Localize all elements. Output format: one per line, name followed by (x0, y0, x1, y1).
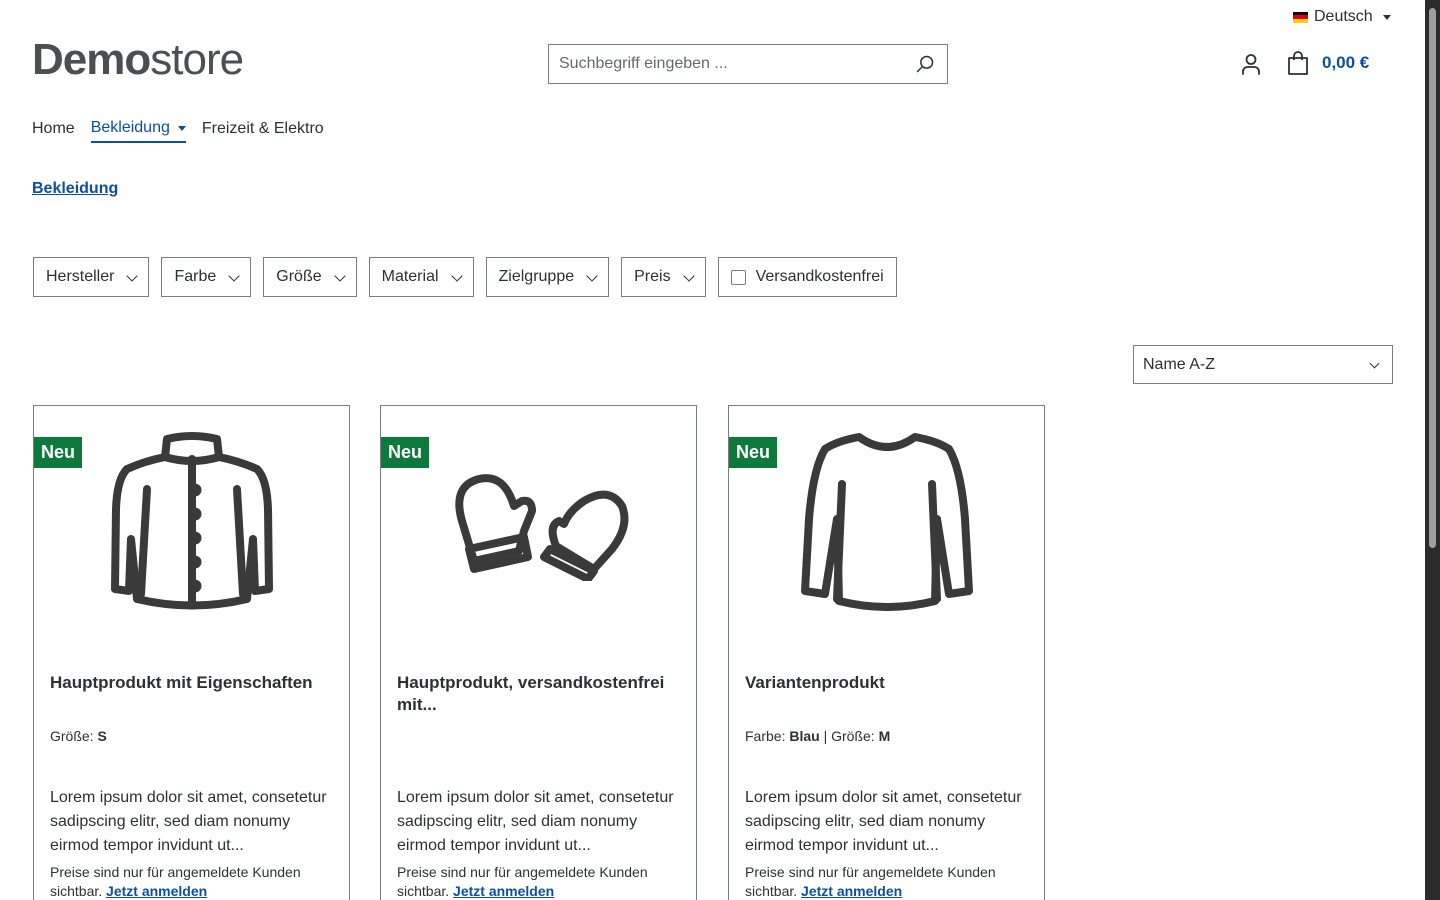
filter-preis[interactable]: Preis (621, 257, 706, 297)
new-badge: Neu (381, 437, 430, 468)
filter-label: Farbe (174, 268, 217, 285)
product-image[interactable] (439, 426, 639, 616)
product-card[interactable]: Neu Variantenprodukt Farbe: Blau | Größe… (728, 405, 1045, 900)
scrollbar-thumb[interactable] (1429, 8, 1436, 548)
product-description: Lorem ipsum dolor sit amet, consetetur s… (745, 789, 1022, 854)
sweater-icon (801, 432, 973, 611)
filter-label: Material (381, 268, 439, 285)
property-separator: | (819, 728, 832, 744)
property-value: M (878, 728, 891, 744)
jacket-icon (111, 431, 273, 609)
filter-material[interactable]: Material (368, 257, 474, 297)
filter-label: Hersteller (46, 268, 115, 285)
login-link[interactable]: Jetzt anmelden (106, 883, 207, 899)
chevron-down-icon (228, 270, 240, 282)
account-button[interactable] (1239, 52, 1263, 76)
store-logo[interactable]: Demostore (32, 35, 244, 84)
cart-total: 0,00 € (1322, 53, 1370, 72)
property-value: Blau (789, 728, 820, 744)
product-description: Lorem ipsum dolor sit amet, consetetur s… (50, 789, 327, 854)
mittens-icon (455, 474, 629, 581)
chevron-down-icon (586, 270, 598, 282)
product-image[interactable] (92, 426, 292, 616)
filter-label: Versandkostenfrei (755, 268, 884, 285)
cart-button[interactable]: 0,00 € (1286, 50, 1369, 76)
filter-label: Größe (276, 268, 322, 285)
property-value: S (97, 728, 107, 744)
login-link[interactable]: Jetzt anmelden (801, 883, 902, 899)
new-badge: Neu (729, 437, 778, 468)
price-login-note: Preise sind nur für angemeldete Kunden s… (50, 863, 335, 900)
product-card[interactable]: Neu Hauptprodukt, versandkostenfrei mit.… (380, 405, 697, 900)
filter-zielgruppe[interactable]: Zielgruppe (485, 257, 610, 297)
filter-label: Preis (634, 268, 671, 285)
nav-label: Freizeit & Elektro (201, 120, 324, 137)
filter-versandkostenfrei[interactable]: Versandkostenfrei (717, 257, 897, 297)
nav-label: Bekleidung (90, 119, 170, 136)
nav-item-home[interactable]: Home (32, 119, 75, 143)
filter-panel: Hersteller Farbe Größe Material Zielgrup… (33, 257, 897, 297)
logo-light-text: store (150, 35, 244, 84)
price-login-note: Preise sind nur für angemeldete Kunden s… (745, 863, 1030, 900)
search-input[interactable] (549, 45, 903, 83)
filter-hersteller[interactable]: Hersteller (33, 257, 150, 297)
property-label: Farbe: (745, 728, 790, 744)
german-flag-icon (1293, 11, 1308, 23)
search-icon (916, 55, 934, 73)
product-properties: Farbe: Blau | Größe: M (745, 728, 890, 744)
filter-groesse[interactable]: Größe (263, 257, 357, 297)
search-bar (548, 44, 948, 84)
breadcrumb[interactable]: Bekleidung (32, 180, 118, 198)
page-scrollbar[interactable] (1425, 0, 1440, 900)
main-navigation: Home Bekleidung Freizeit & Elektro (32, 119, 324, 143)
product-title[interactable]: Variantenprodukt (745, 672, 1030, 694)
language-selector[interactable]: Deutsch (1293, 8, 1391, 26)
chevron-down-icon (682, 270, 695, 282)
user-icon (1242, 54, 1260, 75)
chevron-down-icon (450, 270, 463, 282)
caret-down-icon (177, 125, 186, 131)
shopping-bag-icon (1288, 51, 1308, 75)
product-title[interactable]: Hauptprodukt mit Eigenschaften (50, 672, 335, 694)
search-button[interactable] (903, 45, 947, 83)
language-label: Deutsch (1314, 8, 1373, 25)
product-properties: Größe: S (50, 728, 107, 744)
product-card[interactable]: Neu Hauptprodukt mit Eigenschaften Größe… (33, 405, 350, 900)
nav-label: Home (32, 120, 75, 137)
nav-item-bekleidung[interactable]: Bekleidung (90, 119, 186, 143)
filter-farbe[interactable]: Farbe (161, 257, 252, 297)
chevron-down-icon (126, 270, 139, 282)
nav-item-freizeit-elektro[interactable]: Freizeit & Elektro (202, 119, 324, 143)
property-label: Größe: (831, 728, 879, 744)
price-login-note: Preise sind nur für angemeldete Kunden s… (397, 863, 682, 900)
login-link[interactable]: Jetzt anmelden (453, 883, 554, 899)
sort-value: Name A-Z (1143, 355, 1216, 373)
caret-down-icon (1382, 14, 1391, 20)
property-label: Größe: (50, 728, 98, 744)
chevron-down-icon (1369, 358, 1380, 369)
logo-bold-text: Demo (32, 35, 151, 84)
new-badge: Neu (34, 437, 83, 468)
product-title[interactable]: Hauptprodukt, versandkostenfrei mit... (397, 672, 682, 716)
filter-label: Zielgruppe (498, 268, 575, 285)
chevron-down-icon (333, 270, 346, 282)
sort-select[interactable]: Name A-Z (1133, 345, 1393, 384)
shipping-free-checkbox[interactable] (730, 269, 746, 285)
product-description: Lorem ipsum dolor sit amet, consetetur s… (397, 789, 674, 854)
product-image[interactable] (787, 426, 987, 616)
